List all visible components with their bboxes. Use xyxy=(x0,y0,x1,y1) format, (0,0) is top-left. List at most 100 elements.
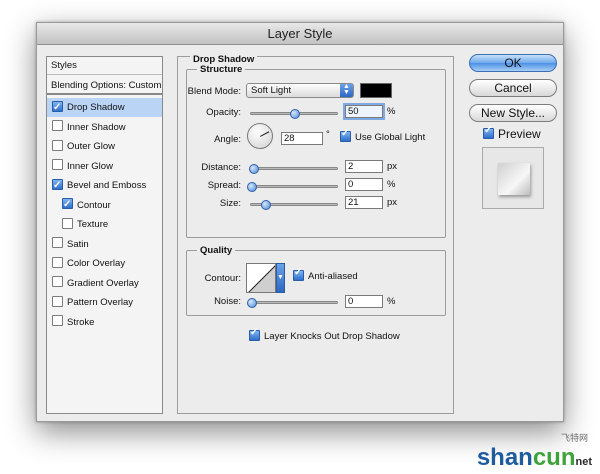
preview-option[interactable]: Preview xyxy=(483,125,541,141)
layer-style-dialog: Layer Style Styles Blending Options: Cus… xyxy=(36,22,564,422)
style-item-label: Satin xyxy=(67,238,89,250)
style-item-pattern-overlay[interactable]: Pattern Overlay xyxy=(47,293,162,312)
contour-dropdown-arrow-icon[interactable]: ▼ xyxy=(276,263,285,293)
noise-label: Noise: xyxy=(214,296,241,307)
style-item-label: Stroke xyxy=(67,316,95,328)
shadow-color-swatch[interactable] xyxy=(360,83,392,98)
use-global-light-label: Use Global Light xyxy=(355,132,426,144)
style-item-checkbox[interactable] xyxy=(52,295,63,307)
distance-label: Distance: xyxy=(201,162,241,173)
style-item-drop-shadow[interactable]: Drop Shadow xyxy=(47,98,162,117)
spread-slider[interactable] xyxy=(247,182,338,192)
style-item-checkbox[interactable] xyxy=(52,256,63,268)
style-item-label: Gradient Overlay xyxy=(67,277,139,289)
watermark-logo: shancunnet xyxy=(477,444,592,472)
styles-list: Styles Blending Options: Custom Drop Sha… xyxy=(46,56,163,414)
spread-input[interactable]: 0 xyxy=(345,178,383,191)
drop-shadow-panel: Drop Shadow Structure Blend Mode: Soft L… xyxy=(177,54,454,414)
use-global-light-checkbox[interactable] xyxy=(340,128,351,142)
style-item-inner-shadow[interactable]: Inner Shadow xyxy=(47,118,162,137)
watermark-subtitle: 飞特网 xyxy=(560,433,588,443)
preview-swatch xyxy=(498,163,530,195)
style-item-color-overlay[interactable]: Color Overlay xyxy=(47,254,162,273)
structure-group: Structure Blend Mode: Soft Light ▲ ▼ Opac… xyxy=(186,64,446,238)
preview-label: Preview xyxy=(498,127,541,141)
style-item-label: Pattern Overlay xyxy=(67,297,133,308)
style-item-stroke[interactable]: Stroke xyxy=(47,313,162,332)
anti-aliased-checkbox[interactable] xyxy=(293,267,304,281)
distance-slider-thumb[interactable] xyxy=(249,164,259,174)
style-item-checkbox[interactable] xyxy=(62,195,73,214)
style-item-checkbox[interactable] xyxy=(62,217,73,229)
blend-mode-label: Blend Mode: xyxy=(187,86,241,97)
style-item-outer-glow[interactable]: Outer Glow xyxy=(47,137,162,156)
style-item-label: Inner Shadow xyxy=(67,121,126,133)
spread-slider-thumb[interactable] xyxy=(247,182,257,192)
style-item-contour[interactable]: Contour xyxy=(47,195,162,215)
size-label: Size: xyxy=(219,198,241,209)
blending-options-item[interactable]: Blending Options: Custom xyxy=(47,77,162,95)
noise-input[interactable]: 0 xyxy=(345,295,383,308)
style-item-checkbox[interactable] xyxy=(52,98,63,117)
opacity-slider[interactable] xyxy=(250,109,338,119)
opacity-slider-thumb[interactable] xyxy=(290,109,300,119)
style-item-inner-glow[interactable]: Inner Glow xyxy=(47,157,162,176)
knockout-checkbox[interactable] xyxy=(249,327,260,341)
watermark-brand-a: shan xyxy=(476,444,533,471)
opacity-label: Opacity: xyxy=(206,107,241,118)
style-item-checkbox[interactable] xyxy=(52,159,63,171)
knockout-label: Layer Knocks Out Drop Shadow xyxy=(264,331,400,343)
size-input[interactable]: 21 xyxy=(345,196,383,209)
anti-aliased-label: Anti-aliased xyxy=(308,271,358,283)
contour-curve-icon xyxy=(248,265,275,292)
angle-label: Angle: xyxy=(214,134,241,145)
ok-button[interactable]: OK xyxy=(469,54,557,72)
style-item-checkbox[interactable] xyxy=(52,139,63,151)
style-item-satin[interactable]: Satin xyxy=(47,235,162,254)
style-item-checkbox[interactable] xyxy=(52,276,63,288)
style-item-label: Outer Glow xyxy=(67,141,116,152)
knockout-option[interactable]: Layer Knocks Out Drop Shadow xyxy=(249,327,400,343)
distance-px-unit: px xyxy=(387,161,398,172)
opacity-input[interactable]: 50 xyxy=(343,103,385,120)
style-item-label: Texture xyxy=(77,219,109,230)
style-item-bevel-and-emboss[interactable]: Bevel and Emboss xyxy=(47,176,162,195)
noise-percent-unit: % xyxy=(387,296,396,307)
style-item-gradient-overlay[interactable]: Gradient Overlay xyxy=(47,274,162,293)
watermark-brand-c: net xyxy=(575,456,593,468)
distance-input[interactable]: 2 xyxy=(345,160,383,173)
cancel-button[interactable]: Cancel xyxy=(469,79,557,97)
styles-header[interactable]: Styles xyxy=(47,57,162,75)
quality-group: Quality Contour: ▼ Anti-aliased Noise: 0… xyxy=(186,245,446,316)
style-item-checkbox[interactable] xyxy=(52,176,63,195)
select-arrows-icon: ▲ ▼ xyxy=(340,83,353,97)
noise-slider[interactable] xyxy=(247,298,338,308)
size-slider-thumb[interactable] xyxy=(261,200,271,210)
style-item-label: Inner Glow xyxy=(67,160,113,172)
blend-mode-select[interactable]: Soft Light ▲ ▼ xyxy=(246,83,354,98)
new-style-button[interactable]: New Style... xyxy=(469,104,557,122)
preview-checkbox[interactable] xyxy=(483,125,494,140)
style-item-checkbox[interactable] xyxy=(52,237,63,249)
opacity-percent-unit: % xyxy=(387,106,396,117)
noise-slider-thumb[interactable] xyxy=(247,298,257,308)
angle-dial[interactable] xyxy=(247,123,273,149)
style-item-label: Bevel and Emboss xyxy=(67,180,147,191)
angle-input[interactable]: 28 xyxy=(281,132,323,145)
quality-title: Quality xyxy=(197,245,236,256)
style-preview-thumbnail xyxy=(482,147,544,209)
size-slider[interactable] xyxy=(250,200,338,210)
spread-label: Spread: xyxy=(207,180,241,191)
style-item-texture[interactable]: Texture xyxy=(47,215,162,234)
use-global-light-option[interactable]: Use Global Light xyxy=(340,128,426,144)
style-item-checkbox[interactable] xyxy=(52,120,63,132)
watermark-brand-b: cun xyxy=(532,444,576,471)
structure-title: Structure xyxy=(197,64,246,75)
distance-slider[interactable] xyxy=(249,164,338,174)
spread-percent-unit: % xyxy=(387,179,396,190)
blend-mode-value: Soft Light xyxy=(251,85,292,96)
angle-degree-unit: ° xyxy=(326,129,330,140)
contour-picker[interactable] xyxy=(246,263,276,293)
style-item-checkbox[interactable] xyxy=(52,315,63,327)
anti-aliased-option[interactable]: Anti-aliased xyxy=(293,267,358,283)
